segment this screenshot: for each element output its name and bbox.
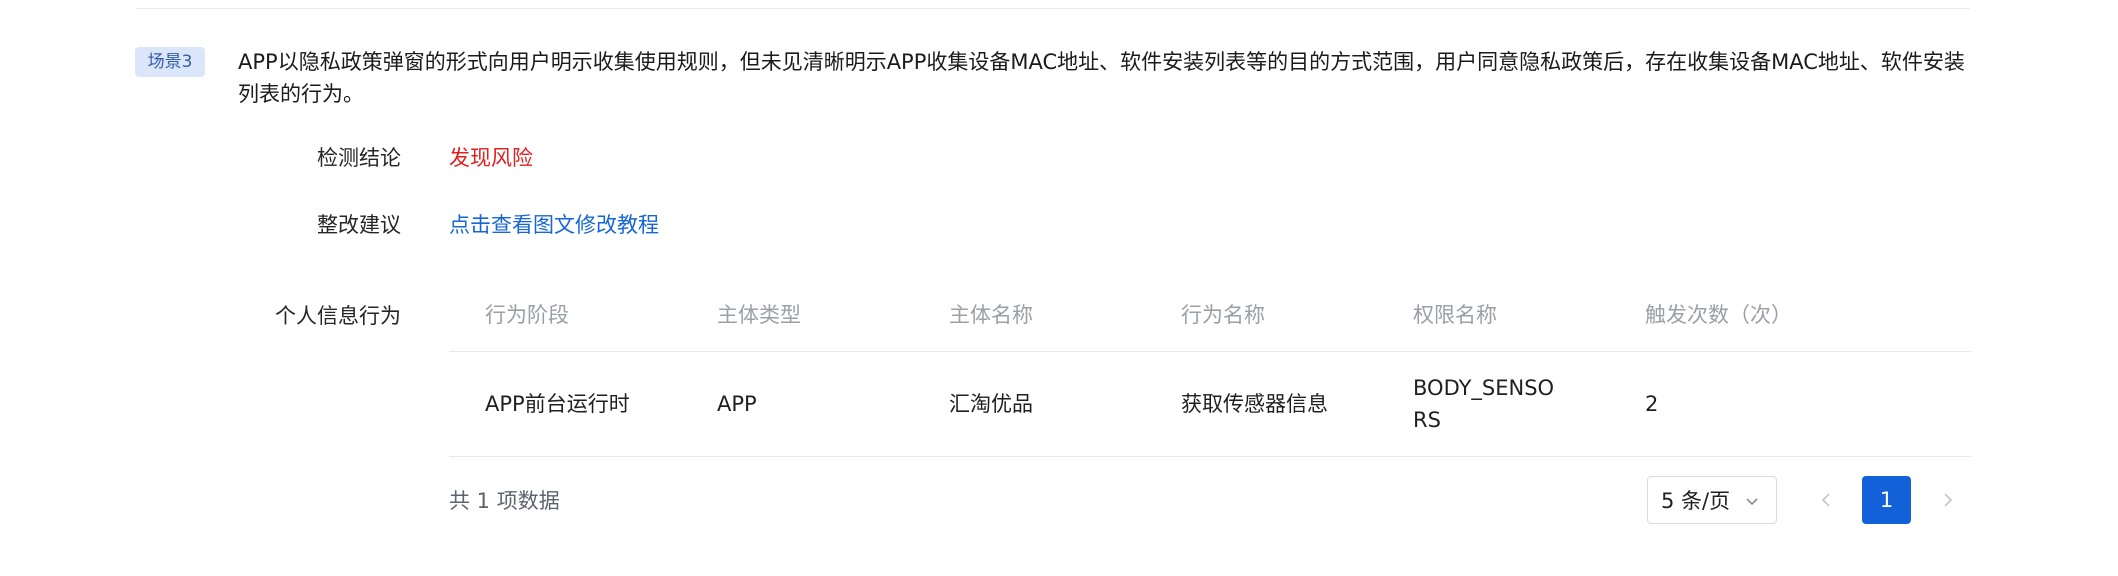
column-header: 主体类型 bbox=[717, 303, 801, 327]
chevron-right-icon bbox=[1944, 493, 1953, 507]
privacy-scene-panel: 场景3 APP以隐私政策弹窗的形式向用户明示收集使用规则，但未见清晰明示APP收… bbox=[0, 0, 2118, 576]
column-header: 权限名称 bbox=[1413, 303, 1497, 327]
permission-name: BODY_SENSORS bbox=[1413, 376, 1555, 432]
page-size-value: 5 条/页 bbox=[1661, 489, 1731, 513]
behavior-table: 行为阶段 主体类型 主体名称 行为名称 权限名称 触发次数（次） APP前台运行… bbox=[449, 285, 1971, 457]
table-cell: APP前台运行时 bbox=[485, 392, 630, 416]
table-cell: APP bbox=[717, 392, 757, 416]
detection-label: 检测结论 bbox=[317, 146, 401, 170]
page-button-current[interactable]: 1 bbox=[1862, 476, 1911, 524]
table-cell: BODY_SENSORS bbox=[1377, 372, 1609, 436]
column-header: 行为阶段 bbox=[485, 303, 569, 327]
table-header: 行为阶段 主体类型 主体名称 行为名称 权限名称 触发次数（次） bbox=[449, 285, 1971, 352]
page-size-select[interactable]: 5 条/页 bbox=[1647, 476, 1777, 524]
total-count: 共 1 项数据 bbox=[449, 489, 560, 513]
chevron-down-icon bbox=[1746, 498, 1758, 506]
prev-page-button[interactable] bbox=[1816, 484, 1838, 516]
column-header: 行为名称 bbox=[1181, 303, 1265, 327]
column-header: 主体名称 bbox=[949, 303, 1033, 327]
suggestion-label: 整改建议 bbox=[317, 213, 401, 237]
table-cell: 获取传感器信息 bbox=[1181, 392, 1328, 416]
table-cell: 汇淘优品 bbox=[949, 392, 1033, 416]
table-row: APP前台运行时 APP 汇淘优品 获取传感器信息 BODY_SENSORS 2 bbox=[449, 352, 1971, 457]
column-header: 触发次数（次） bbox=[1645, 303, 1792, 327]
detection-result: 发现风险 bbox=[449, 146, 533, 170]
table-cell: 2 bbox=[1645, 392, 1659, 416]
tutorial-link[interactable]: 点击查看图文修改教程 bbox=[449, 210, 659, 240]
next-page-button[interactable] bbox=[1936, 484, 1958, 516]
top-divider bbox=[135, 8, 1970, 9]
chevron-left-icon bbox=[1821, 493, 1830, 507]
behavior-label: 个人信息行为 bbox=[275, 304, 401, 328]
scene-tag: 场景3 bbox=[135, 47, 205, 77]
scene-description: APP以隐私政策弹窗的形式向用户明示收集使用规则，但未见清晰明示APP收集设备M… bbox=[238, 50, 1965, 106]
